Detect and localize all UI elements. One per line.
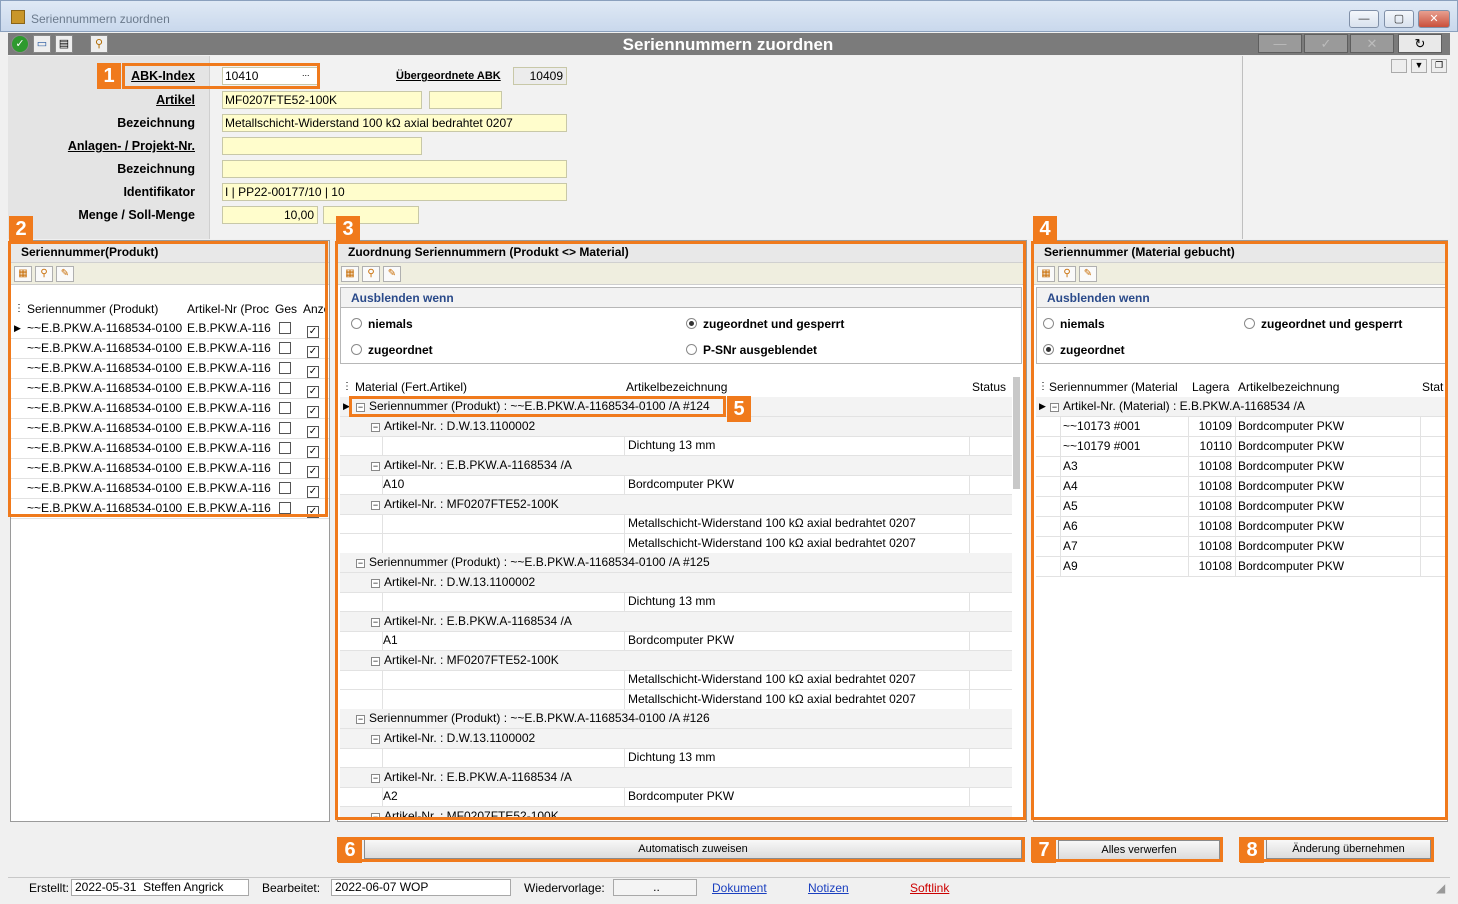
- minimize-button[interactable]: —: [1349, 10, 1379, 28]
- badge-7: 7: [1032, 837, 1056, 863]
- anlagen-label[interactable]: Anlagen- / Projekt-Nr.: [0, 139, 195, 153]
- image-icon[interactable]: [1391, 59, 1407, 73]
- created-date: 2022-05-31: [75, 880, 137, 894]
- menge-field[interactable]: 10,00: [222, 206, 318, 224]
- page-title: Seriennummern zuordnen: [622, 35, 834, 54]
- bezeichnung2-field[interactable]: [222, 160, 567, 178]
- badge-2: 2: [9, 216, 33, 242]
- resize-grip-icon[interactable]: ◢: [1436, 880, 1445, 897]
- highlight-8: [1239, 837, 1434, 862]
- notes-link[interactable]: Notizen: [808, 880, 849, 897]
- artikel-field[interactable]: MF0207FTE52-100K: [222, 91, 422, 109]
- ok-icon[interactable]: ✓: [11, 35, 29, 53]
- resubmission-field[interactable]: ..: [613, 879, 697, 896]
- parent-abk-label[interactable]: Übergeordnete ABK: [396, 70, 501, 82]
- highlight-7: [1031, 837, 1223, 862]
- edited-label: Bearbeitet:: [262, 881, 321, 895]
- document-icon[interactable]: ▤: [55, 35, 73, 53]
- identifikator-field[interactable]: I | PP22-00177/10 | 10: [222, 183, 567, 201]
- created-by: Steffen Angrick: [143, 880, 224, 894]
- dropdown-icon[interactable]: ▼: [1411, 59, 1427, 73]
- highlight-2: [8, 241, 328, 517]
- header-minus-button[interactable]: —: [1258, 34, 1302, 53]
- form-right-pane: ▼ ❐: [1242, 56, 1450, 239]
- badge-1: 1: [97, 63, 121, 89]
- header-bar: Seriennummern zuordnen ✓ ▭ ▤ ⚲ — ✓ ✕ ↻: [8, 33, 1450, 55]
- window-titlebar: Seriennummern zuordnen — ▢ ✕: [0, 0, 1458, 32]
- maximize-button[interactable]: ▢: [1384, 10, 1414, 28]
- highlight-4: [1031, 241, 1448, 820]
- status-bar: Erstellt: 2022-05-31 Steffen Angrick Bea…: [8, 877, 1450, 897]
- badge-3: 3: [336, 216, 360, 242]
- highlight-3: [335, 241, 1026, 820]
- highlight-5: [349, 396, 726, 417]
- created-field: 2022-05-31 Steffen Angrick: [71, 879, 249, 896]
- edited-field: 2022-06-07 WOP: [331, 879, 511, 896]
- resubmission-label: Wiedervorlage:: [524, 881, 605, 895]
- app-icon: [11, 10, 25, 24]
- softlink-link[interactable]: Softlink: [910, 880, 949, 897]
- restore-icon[interactable]: ❐: [1431, 59, 1447, 73]
- anlagen-field[interactable]: [222, 137, 422, 155]
- search-icon[interactable]: ⚲: [90, 35, 108, 53]
- highlight-1: [122, 63, 320, 89]
- header-check-button[interactable]: ✓: [1304, 34, 1348, 53]
- window-title: Seriennummern zuordnen: [31, 12, 170, 26]
- bezeichnung-label: Bezeichnung: [117, 116, 195, 130]
- refresh-button[interactable]: ↻: [1398, 34, 1442, 53]
- identifikator-label: Identifikator: [123, 185, 195, 199]
- window-icon[interactable]: ▭: [33, 35, 51, 53]
- parent-abk-field: 10409: [513, 67, 567, 85]
- close-button[interactable]: ✕: [1418, 10, 1450, 28]
- highlight-6: [337, 837, 1025, 862]
- header-cancel-button[interactable]: ✕: [1350, 34, 1394, 53]
- document-link[interactable]: Dokument: [712, 880, 767, 897]
- artikel-field-2[interactable]: [429, 91, 502, 109]
- badge-5: 5: [727, 396, 751, 422]
- bezeichnung2-label: Bezeichnung: [117, 162, 195, 176]
- badge-8: 8: [1240, 837, 1264, 863]
- created-label: Erstellt:: [29, 881, 70, 895]
- badge-6: 6: [338, 837, 362, 863]
- badge-4: 4: [1033, 216, 1057, 242]
- artikel-label[interactable]: Artikel: [0, 93, 195, 107]
- bezeichnung-field[interactable]: Metallschicht-Widerstand 100 kΩ axial be…: [222, 114, 567, 132]
